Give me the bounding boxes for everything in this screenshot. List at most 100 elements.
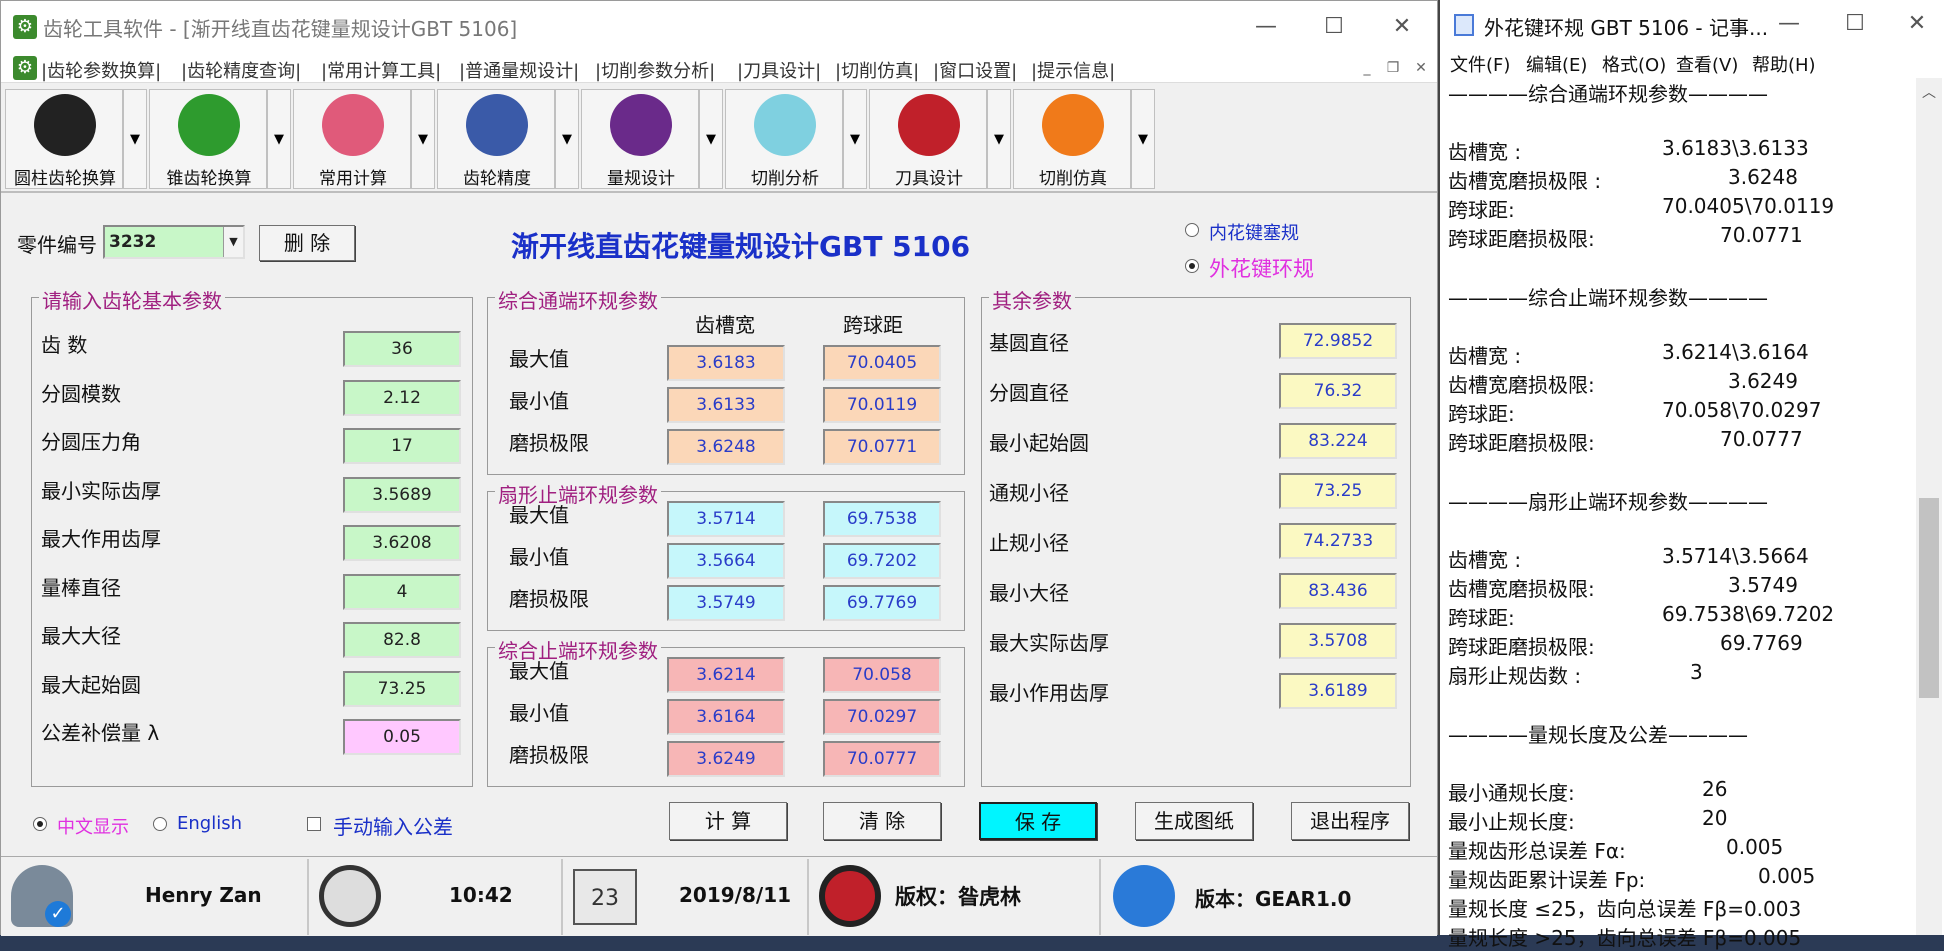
manual-tolerance-label[interactable]: 手动输入公差	[333, 811, 453, 840]
toolbar-button-1[interactable]: 锥齿轮换算	[149, 89, 267, 189]
other-param-label-2: 最小起始圆	[989, 431, 1089, 455]
no_go_end-ball-span-1[interactable]: 70.0297	[823, 699, 941, 735]
scroll-up-icon[interactable]: ︿	[1918, 82, 1940, 102]
menu-item-5[interactable]: |刀具设计|	[737, 57, 821, 83]
basic-param-input-4[interactable]: 3.6208	[343, 525, 461, 561]
basic-param-input-6[interactable]: 82.8	[343, 622, 461, 658]
no_go_end-slot-width-2[interactable]: 3.6249	[667, 741, 785, 777]
no_go_end-slot-width-1[interactable]: 3.6164	[667, 699, 785, 735]
mdi-close-button[interactable]: ✕	[1409, 57, 1433, 79]
notepad-menu-item-3[interactable]: 查看(V)	[1676, 51, 1738, 77]
menu-item-3[interactable]: |普通量规设计|	[459, 57, 579, 83]
toolbar-dropdown-7[interactable]: ▼	[1131, 89, 1155, 189]
notepad-scrollbar[interactable]: ︿	[1916, 78, 1942, 935]
toolbar-button-2[interactable]: 常用计算	[293, 89, 411, 189]
menu-item-4[interactable]: |切削参数分析|	[595, 57, 715, 83]
menu-item-8[interactable]: |提示信息|	[1031, 57, 1115, 83]
sector_no_go-ball-span-0[interactable]: 69.7538	[823, 501, 941, 537]
toolbar-button-4[interactable]: 量规设计	[581, 89, 699, 189]
chinese-display-label[interactable]: 中文显示	[57, 813, 129, 839]
go_end-slot-width-2[interactable]: 3.6248	[667, 429, 785, 465]
basic-param-input-1[interactable]: 2.12	[343, 379, 461, 416]
other-param-value-1[interactable]: 76.32	[1279, 373, 1397, 409]
sector_no_go-ball-span-1[interactable]: 69.7202	[823, 543, 941, 579]
basic-param-input-0[interactable]: 36	[343, 331, 461, 367]
english-radio[interactable]	[153, 817, 167, 831]
notepad-menu-item-0[interactable]: 文件(F)	[1450, 51, 1510, 77]
toolbar-dropdown-0[interactable]: ▼	[123, 89, 147, 189]
main-titlebar[interactable]: ⚙ 齿轮工具软件 - [渐开线直齿花键量规设计GBT 5106] — ☐ ✕	[1, 1, 1437, 53]
basic-param-input-8[interactable]: 0.05	[343, 719, 461, 755]
go_end-ball-span-0[interactable]: 70.0405	[823, 345, 941, 381]
sector_no_go-slot-width-0[interactable]: 3.5714	[667, 501, 785, 537]
gear-menu-icon[interactable]: ⚙	[13, 56, 37, 80]
go_end-ball-span-1[interactable]: 70.0119	[823, 387, 941, 423]
other-param-value-6[interactable]: 3.5708	[1279, 623, 1397, 659]
sector_no_go-slot-width-1[interactable]: 3.5664	[667, 543, 785, 579]
other-param-value-3[interactable]: 73.25	[1279, 473, 1397, 509]
basic-param-input-7[interactable]: 73.25	[343, 670, 461, 707]
menu-item-2[interactable]: |常用计算工具|	[321, 57, 441, 83]
clear-button[interactable]: 清 除	[823, 802, 941, 840]
other-param-value-4[interactable]: 74.2733	[1279, 523, 1397, 559]
no_go_end-ball-span-2[interactable]: 70.0777	[823, 741, 941, 777]
minimize-button[interactable]: —	[1241, 7, 1291, 47]
toolbar-dropdown-2[interactable]: ▼	[411, 89, 435, 189]
basic-param-input-5[interactable]: 4	[343, 573, 461, 610]
no_go_end-ball-span-0[interactable]: 70.058	[823, 657, 941, 693]
save-button[interactable]: 保 存	[979, 802, 1097, 840]
other-param-value-7[interactable]: 3.6189	[1279, 673, 1397, 709]
toolbar-button-3[interactable]: 齿轮精度	[437, 89, 555, 189]
close-button[interactable]: ✕	[1377, 7, 1427, 47]
manual-tolerance-checkbox[interactable]	[307, 817, 321, 831]
toolbar-button-6[interactable]: 刀具设计	[869, 89, 987, 189]
toolbar-dropdown-3[interactable]: ▼	[555, 89, 579, 189]
notepad-titlebar[interactable]: 外花键环规 GBT 5106 - 记事... — ☐ ✕	[1440, 0, 1944, 50]
menu-item-0[interactable]: |齿轮参数换算|	[41, 57, 161, 83]
go_end-ball-span-2[interactable]: 70.0771	[823, 429, 941, 465]
other-param-value-2[interactable]: 83.224	[1279, 423, 1397, 459]
toolbar-dropdown-6[interactable]: ▼	[987, 89, 1011, 189]
delete-button[interactable]: 删 除	[259, 225, 355, 261]
inner-plug-gauge-radio[interactable]	[1185, 223, 1199, 237]
outer-ring-gauge-label[interactable]: 外花键环规	[1209, 253, 1314, 283]
sector_no_go-ball-span-2[interactable]: 69.7769	[823, 585, 941, 621]
menu-item-7[interactable]: |窗口设置|	[933, 57, 1017, 83]
notepad-menu-item-1[interactable]: 编辑(E)	[1526, 51, 1587, 77]
go_end-slot-width-0[interactable]: 3.6183	[667, 345, 785, 381]
basic-param-input-3[interactable]: 3.5689	[343, 476, 461, 513]
notepad-maximize-button[interactable]: ☐	[1830, 4, 1880, 44]
go_end-slot-width-1[interactable]: 3.6133	[667, 387, 785, 423]
toolbar-button-7[interactable]: 切削仿真	[1013, 89, 1131, 189]
menu-item-1[interactable]: |齿轮精度查询|	[181, 57, 301, 83]
toolbar-button-0[interactable]: 圆柱齿轮换算	[5, 89, 123, 189]
part-number-combobox[interactable]: 3232 ▼	[103, 225, 245, 259]
menu-item-6[interactable]: |切削仿真|	[835, 57, 919, 83]
notepad-close-button[interactable]: ✕	[1892, 4, 1942, 44]
notepad-menu-item-2[interactable]: 格式(O)	[1602, 51, 1666, 77]
dropdown-arrow-icon[interactable]: ▼	[223, 227, 243, 257]
english-label[interactable]: English	[177, 813, 242, 834]
chinese-display-radio[interactable]	[33, 817, 47, 831]
generate-drawing-button[interactable]: 生成图纸	[1135, 802, 1253, 840]
other-param-value-0[interactable]: 72.9852	[1279, 323, 1397, 359]
calculate-button[interactable]: 计 算	[669, 802, 787, 840]
scroll-thumb[interactable]	[1919, 498, 1939, 698]
toolbar-dropdown-4[interactable]: ▼	[699, 89, 723, 189]
sector_no_go-slot-width-2[interactable]: 3.5749	[667, 585, 785, 621]
other-param-value-5[interactable]: 83.436	[1279, 573, 1397, 609]
toolbar-button-5[interactable]: 切削分析	[725, 89, 843, 189]
outer-ring-gauge-radio[interactable]	[1185, 259, 1199, 273]
notepad-line-key-1-0: 齿槽宽 :	[1448, 344, 1522, 368]
toolbar-dropdown-1[interactable]: ▼	[267, 89, 291, 189]
notepad-minimize-button[interactable]: —	[1764, 4, 1814, 44]
exit-program-button[interactable]: 退出程序	[1291, 802, 1409, 840]
notepad-menu-item-4[interactable]: 帮助(H)	[1752, 51, 1816, 77]
mdi-minimize-button[interactable]: _	[1355, 57, 1379, 79]
no_go_end-slot-width-0[interactable]: 3.6214	[667, 657, 785, 693]
inner-plug-gauge-label[interactable]: 内花键塞规	[1209, 219, 1299, 245]
toolbar-dropdown-5[interactable]: ▼	[843, 89, 867, 189]
maximize-button[interactable]: ☐	[1309, 7, 1359, 47]
mdi-restore-button[interactable]: ❐	[1381, 57, 1405, 79]
basic-param-input-2[interactable]: 17	[343, 428, 461, 464]
